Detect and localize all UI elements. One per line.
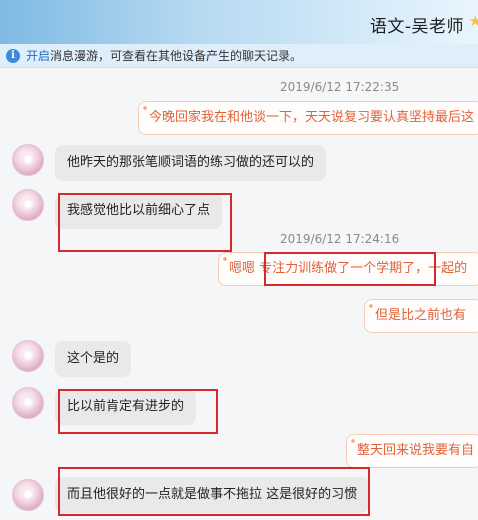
sent-message[interactable]: 今晚回家我在和他谈一下，天天说复习要认真坚持最后这 [138,101,478,135]
teacher-avatar[interactable] [12,387,44,419]
sent-message[interactable]: 但是比之前也有 [364,299,478,333]
received-message[interactable]: 这个是的 [55,341,132,377]
received-message[interactable]: 而且他很好的一点就是做事不拖拉 这是很好的习惯 [55,477,370,513]
timestamp: 2019/6/12 17:24:16 [280,232,400,246]
received-message[interactable]: 比以前肯定有进步的 [55,389,197,425]
message-text: 今晚回家我在和他谈一下，天天说复习要认真坚持最后这 [149,110,475,125]
message-text: 但是比之前也有 [375,308,467,323]
sent-message[interactable]: 嗯嗯 专注力训练做了一个学期了，一起的 [218,252,478,286]
received-message[interactable]: 我感觉他比以前细心了点 [55,193,223,229]
message-text: 嗯嗯 专注力训练做了一个学期了，一起的 [229,261,468,276]
roaming-notice-bar: i 开启消息漫游，可查看在其他设备产生的聊天记录。 [0,44,478,68]
teacher-avatar[interactable] [12,479,44,511]
notice-text: 消息漫游，可查看在其他设备产生的聊天记录。 [50,49,303,63]
message-text: 这个是的 [67,351,120,366]
message-text: 整天回来说我要有自 [357,443,475,458]
teacher-avatar[interactable] [12,144,44,176]
teacher-avatar[interactable] [12,340,44,372]
info-icon: i [6,49,20,63]
chat-history[interactable]: 2019/6/12 17:22:35 今晚回家我在和他谈一下，天天说复习要认真坚… [0,69,478,520]
enable-roaming-link[interactable]: 开启 [26,49,50,63]
message-text: 我感觉他比以前细心了点 [67,203,211,218]
star-icon[interactable]: ★ [469,12,478,30]
title-bar: 语文-吴老师 ★ [0,0,478,44]
message-text: 比以前肯定有进步的 [67,399,185,414]
message-text: 他昨天的那张笔顺词语的练习做的还可以的 [67,155,315,170]
window-title: 语文-吴老师 [369,17,464,37]
timestamp: 2019/6/12 17:22:35 [280,80,400,94]
message-text: 而且他很好的一点就是做事不拖拉 这是很好的习惯 [67,487,358,502]
teacher-avatar[interactable] [12,189,44,221]
received-message[interactable]: 他昨天的那张笔顺词语的练习做的还可以的 [55,145,327,181]
sent-message[interactable]: 整天回来说我要有自 [346,434,478,468]
